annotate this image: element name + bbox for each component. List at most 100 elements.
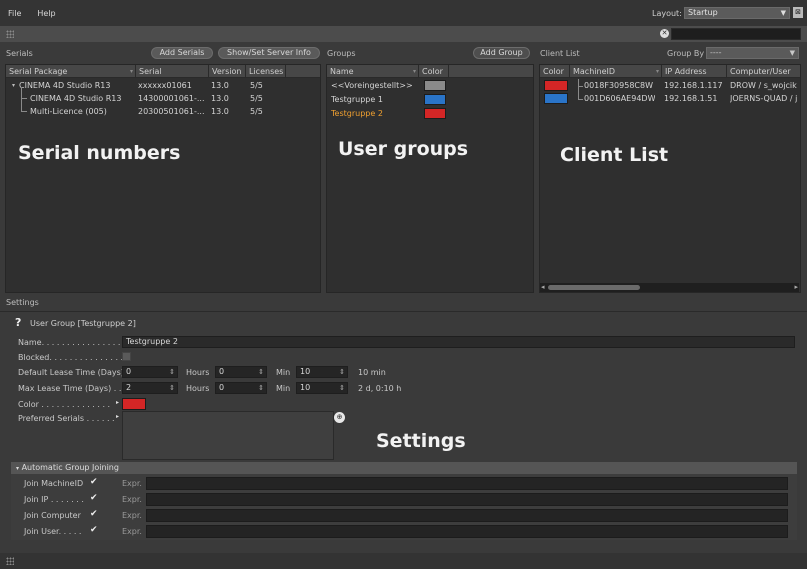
max-lease-label: Max Lease Time (Days) . .	[18, 384, 122, 393]
automatic-group-joining-header[interactable]: ▾ Automatic Group Joining	[11, 462, 797, 474]
color-swatch[interactable]	[122, 398, 146, 410]
join-computer-checkbox[interactable]: ✔	[90, 509, 98, 519]
client-list-scrollbar[interactable]: ◂ ▸	[540, 283, 799, 292]
grip-handle-icon[interactable]	[6, 30, 14, 38]
col-ip-address[interactable]: IP Address	[662, 65, 727, 78]
group-row-name-selected[interactable]: Testgruppe 2	[331, 108, 383, 120]
max-days-field[interactable]: 2 ⇕	[122, 382, 178, 394]
question-icon[interactable]: ?	[15, 316, 21, 329]
expand-arrow-icon[interactable]: ▸	[116, 399, 119, 406]
client-machine-id[interactable]: 001D606AE94DW	[584, 93, 655, 105]
join-computer-label: Join Computer	[24, 511, 81, 520]
max-lease-summary: 2 d, 0:10 h	[358, 384, 402, 393]
grip-handle-icon[interactable]	[6, 557, 14, 565]
max-min-field[interactable]: 10 ⇕	[296, 382, 348, 394]
col-client-color[interactable]: Color	[540, 65, 570, 78]
search-input[interactable]	[671, 28, 801, 40]
sort-icon: ▾	[129, 68, 133, 75]
server-info-button[interactable]: Show/Set Server Info	[218, 47, 320, 59]
max-hours-field[interactable]: 0 ⇕	[215, 382, 267, 394]
menu-file[interactable]: File	[0, 9, 29, 18]
join-computer-expr-field[interactable]	[146, 509, 788, 522]
serial-row-version: 13.0	[211, 81, 229, 90]
stepper-icon: ⇕	[169, 384, 175, 392]
col-computer-user[interactable]: Computer/User	[727, 65, 800, 78]
tree-connector	[21, 87, 27, 99]
stepper-icon: ⇕	[169, 368, 175, 376]
join-user-checkbox[interactable]: ✔	[90, 525, 98, 535]
group-row-name[interactable]: <<Voreingestellt>>	[331, 80, 413, 92]
layout-value: Startup	[688, 8, 718, 17]
group-row-name[interactable]: Testgruppe 1	[331, 94, 383, 106]
serial-row-package[interactable]: CINEMA 4D Studio R13	[30, 93, 121, 105]
col-name[interactable]: Name ▾	[327, 65, 419, 78]
hours-label: Hours	[186, 384, 210, 393]
join-ip-expr-field[interactable]	[146, 493, 788, 506]
col-serial-package[interactable]: Serial Package ▾	[6, 65, 136, 78]
client-color-swatch[interactable]	[544, 93, 568, 104]
group-color-swatch[interactable]	[424, 108, 446, 119]
scroll-left-icon[interactable]: ◂	[541, 283, 545, 292]
serial-row-package[interactable]: Multi-Licence (005)	[30, 106, 107, 118]
blocked-label: Blocked. . . . . . . . . . . . . . .	[18, 353, 124, 362]
group-by-dropdown[interactable]: ---- ▼	[706, 47, 799, 59]
stepper-icon: ⇕	[339, 384, 345, 392]
join-user-expr-field[interactable]	[146, 525, 788, 538]
tree-connector	[21, 99, 27, 112]
col-color[interactable]: Color	[419, 65, 449, 78]
menu-help[interactable]: Help	[29, 9, 63, 18]
col-licenses[interactable]: Licenses	[246, 65, 286, 78]
join-ip-checkbox[interactable]: ✔	[90, 493, 98, 503]
group-color-swatch[interactable]	[424, 94, 446, 105]
blocked-checkbox[interactable]	[122, 352, 131, 361]
tree-connector	[578, 79, 583, 87]
serial-row-licenses: 5/5	[250, 107, 263, 116]
expand-arrow-icon[interactable]: ▸	[116, 413, 119, 420]
preferred-serials-label: Preferred Serials . . . . . .	[18, 414, 115, 423]
scrollbar-thumb[interactable]	[548, 285, 640, 290]
toolbar: ✕	[0, 26, 807, 42]
expr-label: Expr.	[122, 495, 142, 504]
col-machine-id[interactable]: MachineID ▾	[570, 65, 662, 78]
name-field[interactable]: Testgruppe 2	[122, 336, 795, 348]
join-machineid-expr-field[interactable]	[146, 477, 788, 490]
agj-title: Automatic Group Joining	[21, 463, 119, 472]
divider	[0, 311, 807, 312]
serial-row-serial: 20300501061-...	[138, 107, 205, 116]
default-hours-field[interactable]: 0 ⇕	[215, 366, 267, 378]
user-groups-caption: User groups	[338, 138, 469, 160]
layout-dropdown[interactable]: Startup ▼	[684, 7, 790, 19]
client-color-swatch[interactable]	[544, 80, 568, 91]
col-version[interactable]: Version	[209, 65, 246, 78]
stepper-icon: ⇕	[258, 368, 264, 376]
default-days-field[interactable]: 0 ⇕	[122, 366, 178, 378]
default-lease-summary: 10 min	[358, 368, 386, 377]
join-user-label: Join User. . . . .	[24, 527, 82, 536]
scroll-right-icon[interactable]: ▸	[794, 283, 798, 292]
add-serials-button[interactable]: Add Serials	[151, 47, 213, 59]
collapse-arrow-icon[interactable]: ▾	[12, 80, 15, 92]
join-ip-label: Join IP . . . . . . .	[24, 495, 84, 504]
preferred-serials-list[interactable]	[122, 411, 334, 460]
client-list-caption: Client List	[560, 144, 669, 166]
client-list-panel: Color MachineID ▾ IP Address Computer/Use…	[539, 64, 801, 293]
add-group-button[interactable]: Add Group	[473, 47, 530, 59]
sort-icon: ▾	[655, 68, 659, 75]
name-label: Name. . . . . . . . . . . . . . . .	[18, 338, 121, 347]
min-label: Min	[276, 368, 291, 377]
col-serial[interactable]: Serial	[136, 65, 209, 78]
serial-row-serial: 14300001061-...	[138, 94, 205, 103]
client-machine-id[interactable]: 0018F30958C8W	[584, 80, 653, 92]
tree-connector	[578, 87, 583, 100]
group-color-swatch[interactable]	[424, 80, 446, 91]
window-toggle-icon[interactable]: ⊠	[793, 7, 803, 18]
default-lease-label: Default Lease Time (Days)	[18, 368, 124, 377]
default-min-field[interactable]: 10 ⇕	[296, 366, 348, 378]
serial-row-version: 13.0	[211, 94, 229, 103]
join-machineid-checkbox[interactable]: ✔	[90, 477, 98, 487]
client-ip: 192.168.1.51	[664, 94, 718, 103]
expr-label: Expr.	[122, 479, 142, 488]
target-icon[interactable]: ⊕	[334, 412, 345, 423]
serial-row-package[interactable]: CINEMA 4D Studio R13	[19, 80, 110, 92]
close-circle-icon[interactable]: ✕	[660, 29, 669, 38]
